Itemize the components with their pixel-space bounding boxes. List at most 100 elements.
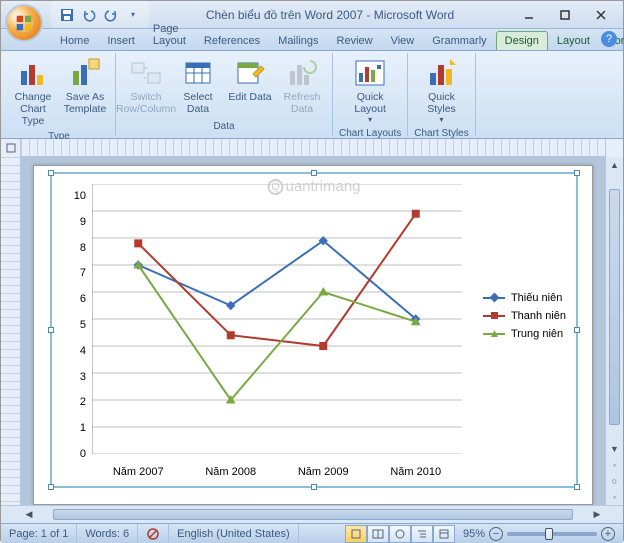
- y-axis-labels: 109876543210: [66, 184, 86, 454]
- dropdown-arrow-icon: ▾: [439, 115, 443, 124]
- refresh-icon: [286, 57, 318, 89]
- tab-grammarly[interactable]: Grammarly: [423, 31, 495, 50]
- chart-object[interactable]: Quantrimang 109876543210 Năm 2007Năm 200…: [50, 172, 578, 488]
- undo-button[interactable]: [79, 5, 99, 25]
- btn-label: Switch Row/Column: [116, 91, 176, 115]
- ruler-corner: [605, 139, 623, 157]
- statusbar: Page: 1 of 1 Words: 6 English (United St…: [1, 523, 623, 543]
- btn-label: Edit Data: [228, 91, 271, 103]
- titlebar: ▾ Chèn biểu đồ trên Word 2007 - Microsof…: [1, 1, 623, 29]
- group-chart-styles: Quick Styles ▾ Chart Styles: [408, 53, 475, 136]
- select-data-icon: [182, 57, 214, 89]
- btn-label: Change Chart Type: [11, 91, 55, 127]
- dropdown-arrow-icon: ▾: [368, 115, 372, 124]
- group-data: Switch Row/Column Select Data Edit Data …: [116, 53, 333, 136]
- tab-home[interactable]: Home: [51, 31, 98, 50]
- zoom-slider[interactable]: [507, 532, 597, 536]
- draft-view-button[interactable]: [433, 525, 455, 543]
- view-buttons: [345, 525, 455, 543]
- ribbon: Change Chart Type Save As Template Type …: [1, 51, 623, 139]
- page: Quantrimang 109876543210 Năm 2007Năm 200…: [33, 165, 593, 505]
- x-axis-labels: Năm 2007Năm 2008Năm 2009Năm 2010: [92, 466, 462, 478]
- legend-item: Trung niên: [483, 328, 566, 340]
- legend-item: Thiếu niên: [483, 292, 566, 304]
- change-chart-type-button[interactable]: Change Chart Type: [9, 55, 57, 129]
- btn-label: Quick Layout: [348, 91, 392, 115]
- quick-styles-button[interactable]: Quick Styles ▾: [418, 55, 466, 126]
- chart-type-icon: [17, 57, 49, 89]
- redo-button[interactable]: [101, 5, 121, 25]
- zoom-slider-knob[interactable]: [545, 528, 553, 540]
- group-label: Data: [213, 119, 234, 134]
- minimize-button[interactable]: [511, 3, 547, 27]
- zoom-out-button[interactable]: −: [489, 527, 503, 541]
- quick-styles-icon: [426, 57, 458, 89]
- tab-layout[interactable]: Layout: [548, 31, 599, 50]
- quick-layout-button[interactable]: Quick Layout ▾: [346, 55, 394, 126]
- tab-review[interactable]: Review: [328, 31, 382, 50]
- btn-label: Select Data: [176, 91, 220, 115]
- office-button[interactable]: [5, 4, 43, 42]
- tab-insert[interactable]: Insert: [98, 31, 144, 50]
- template-icon: [69, 57, 101, 89]
- scroll-thumb[interactable]: [609, 189, 620, 425]
- scroll-right-button[interactable]: ▶: [589, 506, 605, 523]
- maximize-button[interactable]: [547, 3, 583, 27]
- scroll-down-button[interactable]: ▼: [606, 441, 623, 457]
- group-type: Change Chart Type Save As Template Type: [3, 53, 116, 136]
- tab-page-layout[interactable]: Page Layout: [144, 19, 195, 50]
- document-area: Quantrimang 109876543210 Năm 2007Năm 200…: [1, 157, 623, 505]
- switch-icon: [130, 57, 162, 89]
- scroll-left-button[interactable]: ◀: [21, 506, 37, 523]
- btn-label: Quick Styles: [420, 91, 464, 115]
- web-layout-view-button[interactable]: [389, 525, 411, 543]
- btn-label: Save As Template: [63, 91, 107, 115]
- print-layout-view-button[interactable]: [345, 525, 367, 543]
- zoom-level[interactable]: 95%: [463, 528, 485, 540]
- horizontal-ruler[interactable]: [21, 139, 605, 157]
- browse-object-button[interactable]: ○: [606, 473, 623, 489]
- select-data-button[interactable]: Select Data: [174, 55, 222, 117]
- ruler-toggle-button[interactable]: [1, 139, 21, 157]
- tab-mailings[interactable]: Mailings: [269, 31, 327, 50]
- qat-customize-button[interactable]: ▾: [123, 5, 143, 25]
- vertical-ruler[interactable]: [1, 157, 21, 505]
- group-chart-layouts: Quick Layout ▾ Chart Layouts: [333, 53, 408, 136]
- edit-data-button[interactable]: Edit Data: [226, 55, 274, 105]
- status-language[interactable]: English (United States): [169, 524, 299, 543]
- status-page[interactable]: Page: 1 of 1: [1, 524, 77, 543]
- close-button[interactable]: [583, 3, 619, 27]
- horizontal-scrollbar[interactable]: ◀ ▶: [21, 506, 605, 523]
- horizontal-scrollbar-row: ◀ ▶: [1, 505, 623, 523]
- quick-layout-icon: [354, 57, 386, 89]
- outline-view-button[interactable]: [411, 525, 433, 543]
- tab-design[interactable]: Design: [496, 31, 548, 50]
- status-proofing[interactable]: [138, 524, 169, 543]
- save-as-template-button[interactable]: Save As Template: [61, 55, 109, 117]
- chart-plot: [92, 184, 462, 454]
- help-button[interactable]: ?: [601, 31, 617, 47]
- btn-label: Refresh Data: [280, 91, 324, 115]
- refresh-data-button: Refresh Data: [278, 55, 326, 117]
- status-words[interactable]: Words: 6: [77, 524, 138, 543]
- window-title: Chèn biểu đồ trên Word 2007 - Microsoft …: [149, 8, 511, 22]
- full-screen-view-button[interactable]: [367, 525, 389, 543]
- scroll-thumb[interactable]: [53, 509, 573, 520]
- page-canvas[interactable]: Quantrimang 109876543210 Năm 2007Năm 200…: [21, 157, 605, 505]
- switch-row-column-button: Switch Row/Column: [122, 55, 170, 117]
- prev-page-button[interactable]: ◦: [606, 457, 623, 473]
- window-controls: [511, 3, 619, 27]
- quick-access-toolbar: ▾: [51, 1, 149, 28]
- legend-item: Thanh niên: [483, 310, 566, 322]
- tab-view[interactable]: View: [382, 31, 424, 50]
- edit-data-icon: [234, 57, 266, 89]
- tab-references[interactable]: References: [195, 31, 269, 50]
- save-button[interactable]: [57, 5, 77, 25]
- ribbon-tabs: Home Insert Page Layout References Maili…: [1, 29, 623, 51]
- zoom-control: 95% − +: [455, 527, 623, 541]
- vertical-scrollbar[interactable]: ▲ ▼ ◦ ○ ◦: [605, 157, 623, 505]
- next-page-button[interactable]: ◦: [606, 489, 623, 505]
- chart-legend: Thiếu niên Thanh niên Trung niên: [483, 292, 566, 346]
- zoom-in-button[interactable]: +: [601, 527, 615, 541]
- scroll-up-button[interactable]: ▲: [606, 157, 623, 173]
